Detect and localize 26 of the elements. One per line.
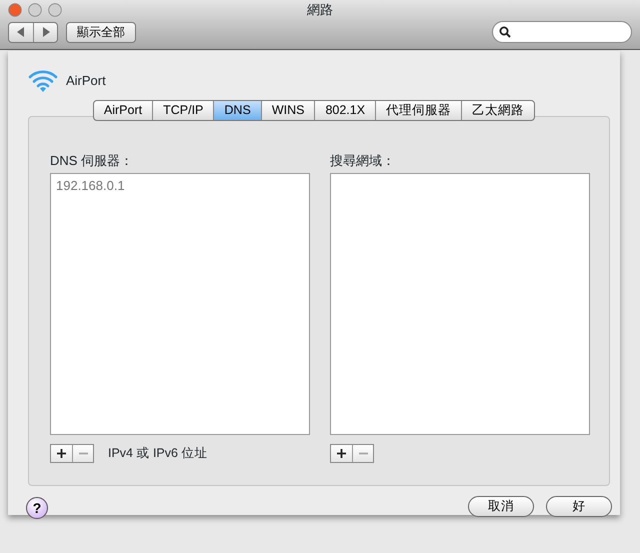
cancel-button[interactable]: 取消: [468, 496, 534, 517]
back-icon[interactable]: [17, 27, 25, 37]
tab[interactable]: WINS: [260, 101, 314, 120]
zoom-button[interactable]: [48, 3, 62, 17]
list-label: DNS 伺服器：: [50, 152, 134, 170]
tab[interactable]: AirPort: [94, 101, 152, 120]
minimize-button[interactable]: [28, 3, 42, 17]
tab[interactable]: DNS: [213, 101, 261, 120]
window-title: 網路: [307, 2, 333, 17]
service-name: AirPort: [66, 72, 106, 90]
forward-icon[interactable]: [42, 27, 50, 37]
list-label: 搜尋網域：: [330, 152, 396, 170]
plus-icon: [337, 448, 346, 458]
show-all-button[interactable]: 顯示全部: [66, 22, 136, 42]
wifi-icon: [28, 69, 58, 93]
plus-icon: [57, 448, 66, 458]
tab[interactable]: 802.1X: [314, 101, 376, 120]
close-button[interactable]: [8, 3, 22, 17]
back-forward-control[interactable]: [8, 22, 58, 42]
hint-text: IPv4 或 IPv6 位址: [108, 444, 208, 462]
help-button[interactable]: ?: [26, 497, 48, 519]
ok-button[interactable]: 好: [546, 496, 612, 517]
list-entry[interactable]: 192.168.0.1: [56, 176, 304, 195]
search-field[interactable]: [492, 21, 632, 43]
tab[interactable]: 代理伺服器: [375, 101, 462, 120]
search-icon: [499, 26, 511, 38]
